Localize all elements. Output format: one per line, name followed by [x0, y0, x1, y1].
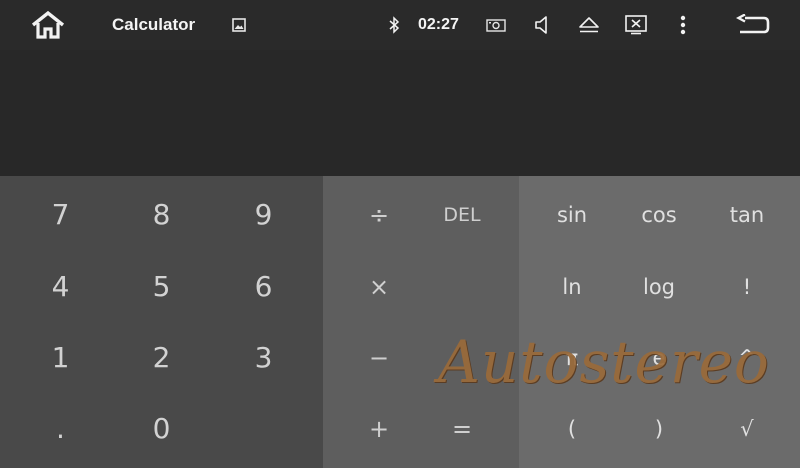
key-1[interactable]: 1	[10, 322, 111, 393]
key-5[interactable]: 5	[111, 251, 212, 322]
operator-pad: ÷ DEL × − + =	[323, 176, 519, 468]
key-2[interactable]: 2	[111, 322, 212, 393]
key-8[interactable]: 8	[111, 179, 212, 250]
key-0[interactable]: 0	[111, 393, 212, 464]
key-cos[interactable]: cos	[614, 179, 704, 250]
key-multiply[interactable]: ×	[330, 251, 428, 322]
image-icon	[230, 0, 248, 50]
key-minus[interactable]: −	[330, 322, 428, 393]
key-log[interactable]: log	[614, 251, 704, 322]
key-e[interactable]: e	[614, 322, 704, 393]
key-power[interactable]: ^	[702, 322, 792, 393]
calculator-display	[0, 50, 800, 176]
camera-icon[interactable]	[484, 0, 508, 50]
key-sqrt[interactable]: √	[702, 393, 792, 464]
advanced-pad: sin cos tan ln log ! π e ^ ( ) √	[519, 176, 800, 468]
volume-icon[interactable]	[532, 0, 552, 50]
key-factorial[interactable]: !	[702, 251, 792, 322]
key-decimal[interactable]: .	[10, 393, 111, 464]
clock: 02:27	[418, 16, 459, 33]
app-title: Calculator	[112, 15, 196, 34]
status-bar: Calculator 02:27	[0, 0, 800, 50]
key-close-paren[interactable]: )	[614, 393, 704, 464]
key-6[interactable]: 6	[213, 251, 314, 322]
key-9[interactable]: 9	[213, 179, 314, 250]
key-tan[interactable]: tan	[702, 179, 792, 250]
key-ln[interactable]: ln	[527, 251, 617, 322]
number-pad: 7 8 9 4 5 6 1 2 3 . 0	[0, 176, 323, 468]
key-3[interactable]: 3	[213, 322, 314, 393]
back-icon[interactable]	[734, 0, 772, 50]
screen-off-icon[interactable]	[624, 0, 648, 50]
key-7[interactable]: 7	[10, 179, 111, 250]
home-icon[interactable]	[28, 0, 68, 50]
key-4[interactable]: 4	[10, 251, 111, 322]
key-open-paren[interactable]: (	[527, 393, 617, 464]
key-sin[interactable]: sin	[527, 179, 617, 250]
key-equals[interactable]: =	[413, 393, 511, 464]
more-vert-icon[interactable]	[675, 0, 691, 50]
bluetooth-icon	[386, 0, 402, 50]
key-delete[interactable]: DEL	[413, 179, 511, 250]
key-pi[interactable]: π	[527, 322, 617, 393]
eject-icon[interactable]	[577, 0, 601, 50]
